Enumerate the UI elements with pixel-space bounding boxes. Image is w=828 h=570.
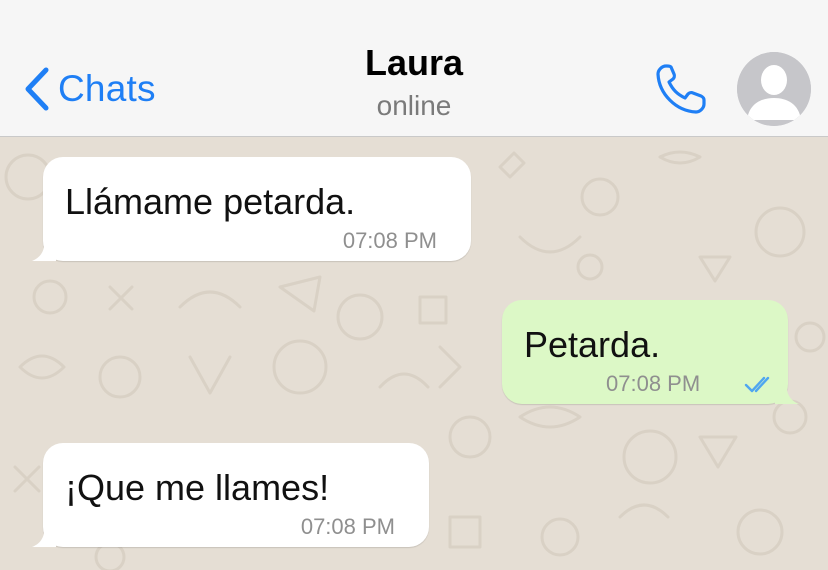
- default-avatar-icon: [737, 52, 811, 126]
- call-button[interactable]: [652, 60, 710, 118]
- message-bubble-incoming[interactable]: Llámame petarda. 07:08 PM: [32, 157, 471, 261]
- phone-icon: [656, 64, 706, 114]
- bubble-tail: [775, 378, 799, 404]
- message-list[interactable]: Llámame petarda. 07:08 PM Petarda. 07:08…: [0, 137, 828, 570]
- message-time: 07:08 PM: [300, 514, 395, 539]
- message-time: 07:08 PM: [606, 371, 701, 396]
- bubble-tail: [32, 235, 56, 261]
- message-bubble-incoming[interactable]: ¡Que me llames! 07:08 PM: [32, 443, 429, 547]
- message-time: 07:08 PM: [342, 228, 437, 253]
- bubble-tail: [32, 521, 56, 547]
- message-text: Llámame petarda.: [65, 181, 356, 222]
- double-check-read-icon: [744, 376, 770, 393]
- message-text: ¡Que me llames!: [65, 467, 330, 508]
- message-text: Petarda.: [524, 324, 661, 365]
- chat-header: Chats Laura online: [0, 0, 828, 137]
- contact-avatar[interactable]: [737, 52, 811, 126]
- message-bubble-outgoing[interactable]: Petarda. 07:08 PM: [502, 300, 799, 404]
